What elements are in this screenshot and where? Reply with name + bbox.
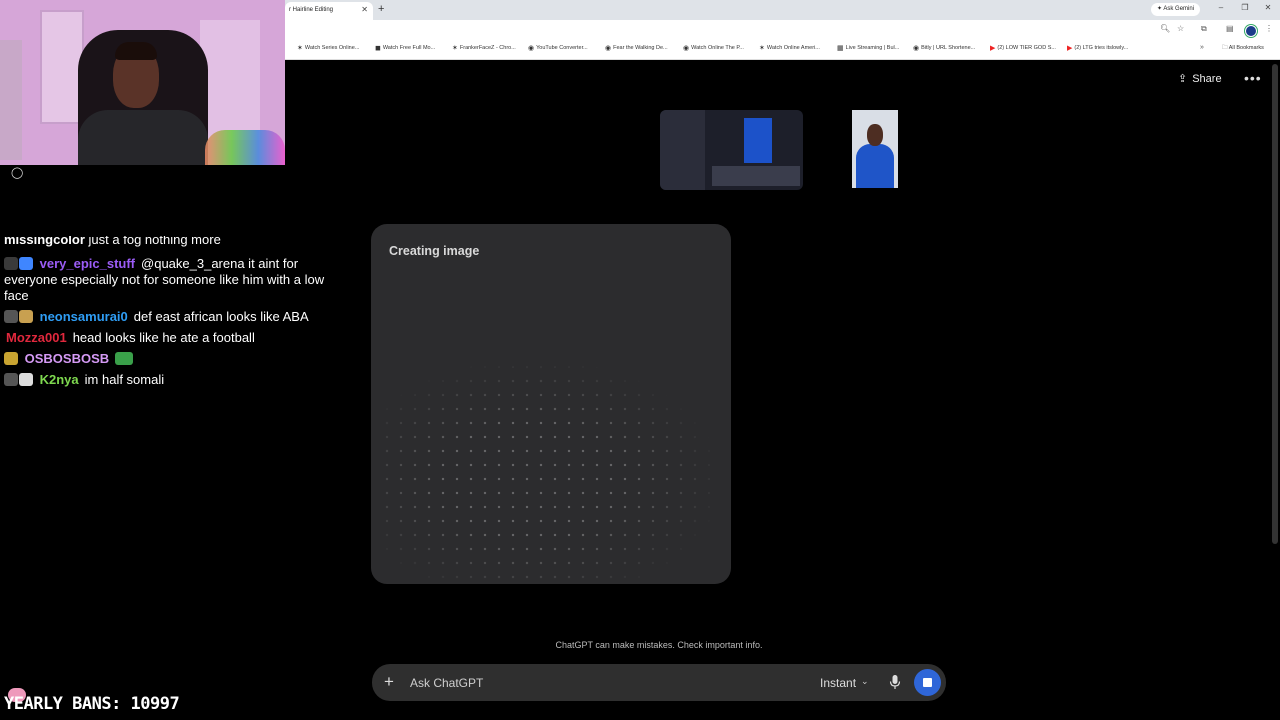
- close-tab-icon[interactable]: ✕: [361, 2, 368, 18]
- image-status: Creating image: [389, 244, 480, 258]
- chat-text: def east african looks like ABA: [133, 309, 309, 324]
- new-tab-button[interactable]: +: [378, 2, 390, 16]
- stop-icon: [923, 678, 932, 687]
- badge-icon: [4, 373, 18, 386]
- bookmark-item[interactable]: ▶ (2) LTG tries itslowly...: [1067, 44, 1128, 52]
- menu-icon[interactable]: ⋮: [1265, 24, 1273, 33]
- chat-username: very_epic_stuff: [39, 256, 136, 271]
- bookmark-item[interactable]: ◉ Bitly | URL Shortene...: [913, 44, 975, 52]
- sidebar-icon[interactable]: ▤: [1226, 24, 1234, 33]
- bookmark-item[interactable]: ◼ Watch Free Full Mo...: [375, 44, 435, 52]
- close-window-icon[interactable]: ✕: [1262, 3, 1274, 12]
- share-icon: ⇪: [1178, 73, 1188, 85]
- add-attachment-icon[interactable]: +: [384, 672, 394, 692]
- bookmark-item[interactable]: ◉ Fear the Walking De...: [605, 44, 668, 52]
- bookmark-star-icon[interactable]: ☆: [1177, 24, 1184, 33]
- chat-message: K2nya im half somali: [4, 372, 344, 388]
- chat-message: Mozza001 head looks like he ate a footbal…: [4, 330, 344, 346]
- scrollbar[interactable]: [1272, 64, 1278, 544]
- chat-message: OSBOSBOSB: [4, 351, 344, 367]
- chat-log: very_epic_stuff @quake_3_arena it aint fo…: [4, 256, 344, 393]
- chat-username: OSBOSBOSB: [24, 351, 110, 366]
- bookmark-item[interactable]: ✶ FrankerFaceZ - Chro...: [452, 44, 516, 52]
- cam-person-shirt: [78, 110, 208, 165]
- profile-avatar[interactable]: [1245, 25, 1257, 37]
- uploaded-image-thumbnail[interactable]: [852, 110, 898, 188]
- stop-generating-button[interactable]: [914, 669, 941, 696]
- browser-tab[interactable]: r Hairline Editing ✕: [285, 2, 373, 20]
- extension-icon[interactable]: ⧉: [1201, 24, 1207, 34]
- bookmark-item[interactable]: ✶ Watch Online Ameri...: [759, 44, 820, 52]
- chat-message: very_epic_stuff @quake_3_arena it aint fo…: [4, 256, 344, 304]
- bookmark-item[interactable]: ▶ (2) LOW TIER GOD S...: [990, 44, 1056, 52]
- badge-icon: [4, 257, 18, 270]
- chat-text: head looks like he ate a football: [72, 330, 255, 345]
- chat-username: neonsamurai0: [39, 309, 128, 324]
- emote-icon: [115, 352, 134, 365]
- bookmark-item[interactable]: ◉ Watch Online The P...: [683, 44, 744, 52]
- chat-text: im half somali: [84, 372, 165, 387]
- chat-message-cut: missingcolor just a fog nothing more: [4, 236, 221, 247]
- microphone-icon[interactable]: [889, 674, 901, 690]
- disclaimer-text: ChatGPT can make mistakes. Check importa…: [555, 640, 763, 650]
- bookmark-item[interactable]: ▦ Live Streaming | Bul...: [837, 44, 899, 52]
- ask-gemini-button[interactable]: ✦ Ask Gemini: [1151, 3, 1201, 16]
- bookmark-item[interactable]: ◉ YouTube Converter...: [528, 44, 588, 52]
- more-bookmarks-icon[interactable]: »: [1200, 44, 1204, 51]
- bookmark-item[interactable]: ✶ Watch Series Online...: [297, 44, 359, 52]
- cam-door: [200, 20, 260, 140]
- chat-message: neonsamurai0 def east african looks like …: [4, 309, 344, 325]
- uploaded-image-thumbnail[interactable]: [660, 110, 803, 190]
- chevron-down-icon[interactable]: ⌄: [861, 676, 869, 687]
- cam-blanket: [205, 130, 285, 165]
- zoom-icon[interactable]: 🔍︎: [1160, 24, 1170, 33]
- badge-icon: [4, 310, 18, 323]
- image-loading-placeholder: [380, 360, 720, 580]
- chat-bubble-icon: ◯: [11, 167, 24, 179]
- share-button[interactable]: ⇪ Share: [1178, 72, 1222, 86]
- tab-title: r Hairline Editing: [289, 7, 334, 13]
- badge-icon: [19, 310, 33, 323]
- chat-username: K2nya: [39, 372, 79, 387]
- badge-icon: [19, 373, 33, 386]
- webcam-overlay: [0, 0, 285, 165]
- cam-person-hair: [115, 42, 157, 60]
- badge-icon: [19, 257, 33, 270]
- model-selector[interactable]: Instant: [820, 676, 856, 690]
- prompt-input[interactable]: Ask ChatGPT: [410, 676, 483, 690]
- all-bookmarks-button[interactable]: 🗀 All Bookmarks: [1222, 44, 1264, 53]
- restore-icon[interactable]: ❐: [1239, 3, 1251, 12]
- badge-icon: [4, 352, 18, 365]
- minimize-icon[interactable]: –: [1215, 3, 1227, 12]
- cam-shelf: [0, 40, 22, 160]
- yearly-bans-counter: YEARLY BANS: 10997: [4, 694, 180, 714]
- more-options-icon[interactable]: •••: [1244, 70, 1262, 86]
- chat-username: Mozza001: [6, 330, 67, 345]
